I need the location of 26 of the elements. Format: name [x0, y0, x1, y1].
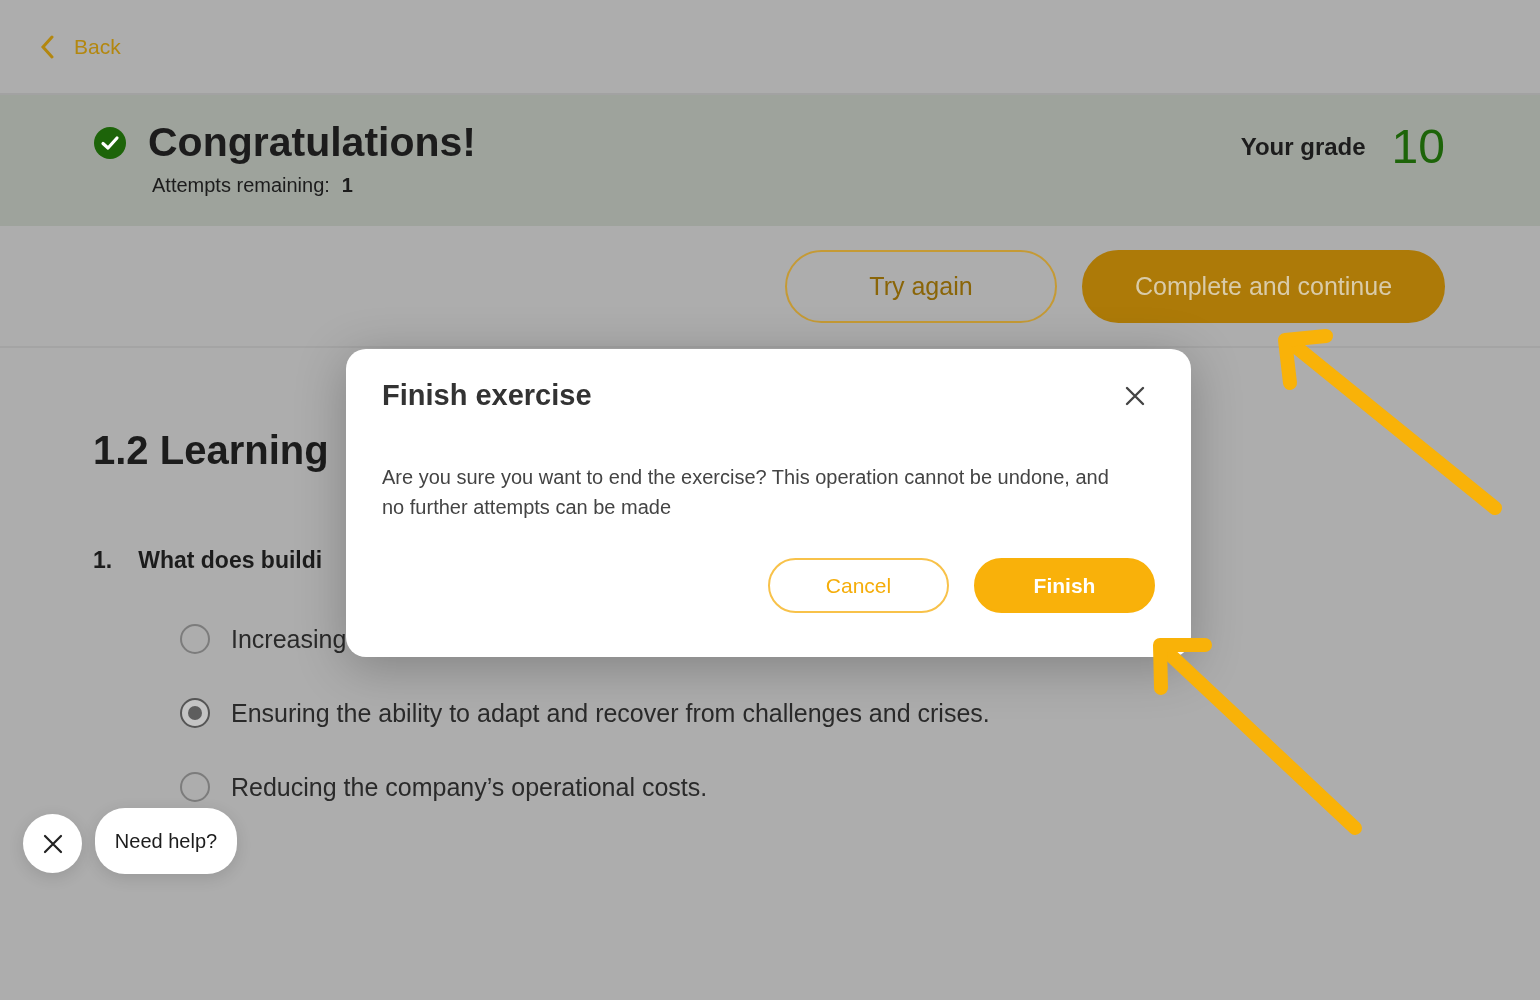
cancel-button[interactable]: Cancel — [768, 558, 949, 613]
option-label: Ensuring the ability to adapt and recover from challenges and crises. — [231, 698, 990, 728]
dialog-title: Finish exercise — [382, 379, 592, 412]
attempts-count: 1 — [341, 174, 353, 196]
close-icon — [1125, 385, 1145, 406]
result-title: Congratulations! — [148, 119, 476, 166]
option-label: Increasing — [231, 624, 347, 654]
section-title: 1.2 Learning — [93, 428, 330, 473]
attempts-label: Attempts remaining: — [152, 174, 330, 196]
help-button[interactable]: Need help? — [95, 808, 237, 874]
option-label: Reducing the company’s operational costs. — [231, 772, 708, 802]
back-link[interactable]: Back — [40, 34, 121, 59]
radio-button[interactable] — [180, 772, 210, 802]
retry-button[interactable]: Try again — [785, 249, 1057, 323]
grade-label: Your grade — [1240, 132, 1366, 161]
radio-button[interactable] — [180, 624, 210, 654]
finish-button[interactable]: Finish — [974, 558, 1155, 613]
close-icon — [42, 833, 63, 854]
check-circle-icon — [94, 126, 126, 159]
continue-button[interactable]: Complete and continue — [1082, 249, 1445, 323]
radio-button[interactable] — [180, 698, 210, 728]
grade-value: 10 — [1391, 119, 1445, 174]
dialog-message: Are you sure you want to end the exercise? This operation cannot be undone, and no further attempts can be made — [382, 465, 1110, 520]
question-number: 1. — [93, 547, 113, 574]
question-text: What does buildi — [138, 547, 323, 574]
chevron-left-icon — [40, 34, 54, 59]
